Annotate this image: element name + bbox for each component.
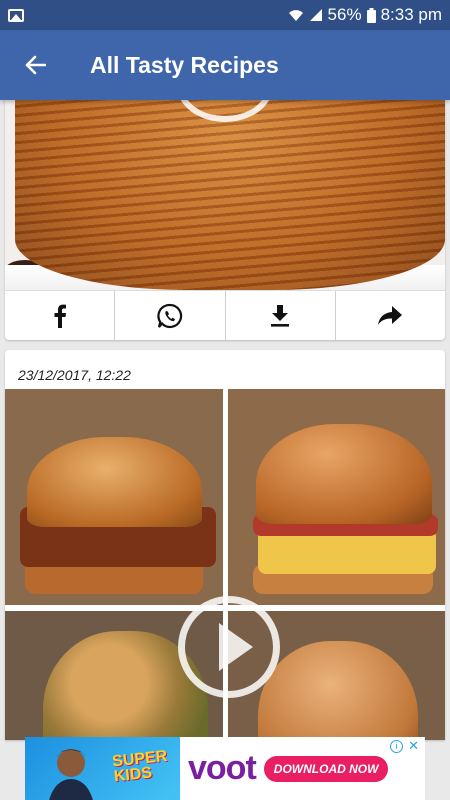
arrow-left-icon — [25, 55, 46, 75]
app-bar: All Tasty Recipes — [0, 30, 450, 100]
share-actions — [5, 290, 445, 340]
recipe-thumbnail[interactable] — [5, 100, 445, 290]
recipe-card: 23/12/2017, 12:22 — [5, 350, 445, 740]
page-title: All Tasty Recipes — [90, 51, 279, 78]
info-icon[interactable]: i — [390, 740, 403, 753]
slider-image-bbq — [5, 389, 223, 605]
facebook-icon — [54, 304, 66, 328]
battery-level: 56% — [327, 5, 362, 24]
bun-top — [256, 424, 432, 524]
ad-brand: voot — [188, 749, 257, 787]
status-bar: 56% 8:33 pm — [0, 0, 450, 30]
ad-download-button[interactable]: DOWNLOAD NOW — [263, 755, 389, 782]
share-button[interactable] — [336, 291, 445, 340]
whatsapp-icon — [157, 303, 182, 328]
recipe-card — [5, 100, 445, 340]
whatsapp-share-button[interactable] — [115, 291, 226, 340]
bun-top — [27, 437, 202, 527]
slider-image-egg — [228, 389, 445, 605]
ad-kids-label: SUPER KIDS — [111, 747, 169, 786]
presenter-image — [49, 749, 93, 800]
signal-icon — [309, 8, 323, 22]
ad-banner[interactable]: SUPER KIDS voot DOWNLOAD NOW i ✕ — [25, 737, 425, 800]
ad-image: SUPER KIDS — [25, 737, 180, 800]
download-button[interactable] — [226, 291, 336, 340]
clock: 8:33 pm — [380, 5, 442, 24]
back-button[interactable] — [0, 30, 70, 100]
image-icon — [8, 8, 24, 22]
share-icon — [378, 305, 403, 325]
play-icon[interactable] — [178, 596, 280, 698]
download-icon — [271, 304, 290, 327]
churro-image — [15, 100, 445, 290]
post-date: 23/12/2017, 12:22 — [18, 367, 131, 383]
close-icon[interactable]: ✕ — [408, 738, 419, 754]
facebook-share-button[interactable] — [5, 291, 116, 340]
recipe-image-grid[interactable] — [5, 389, 445, 740]
wifi-icon — [288, 8, 304, 22]
bun-top — [258, 641, 418, 740]
battery-icon — [366, 7, 376, 23]
